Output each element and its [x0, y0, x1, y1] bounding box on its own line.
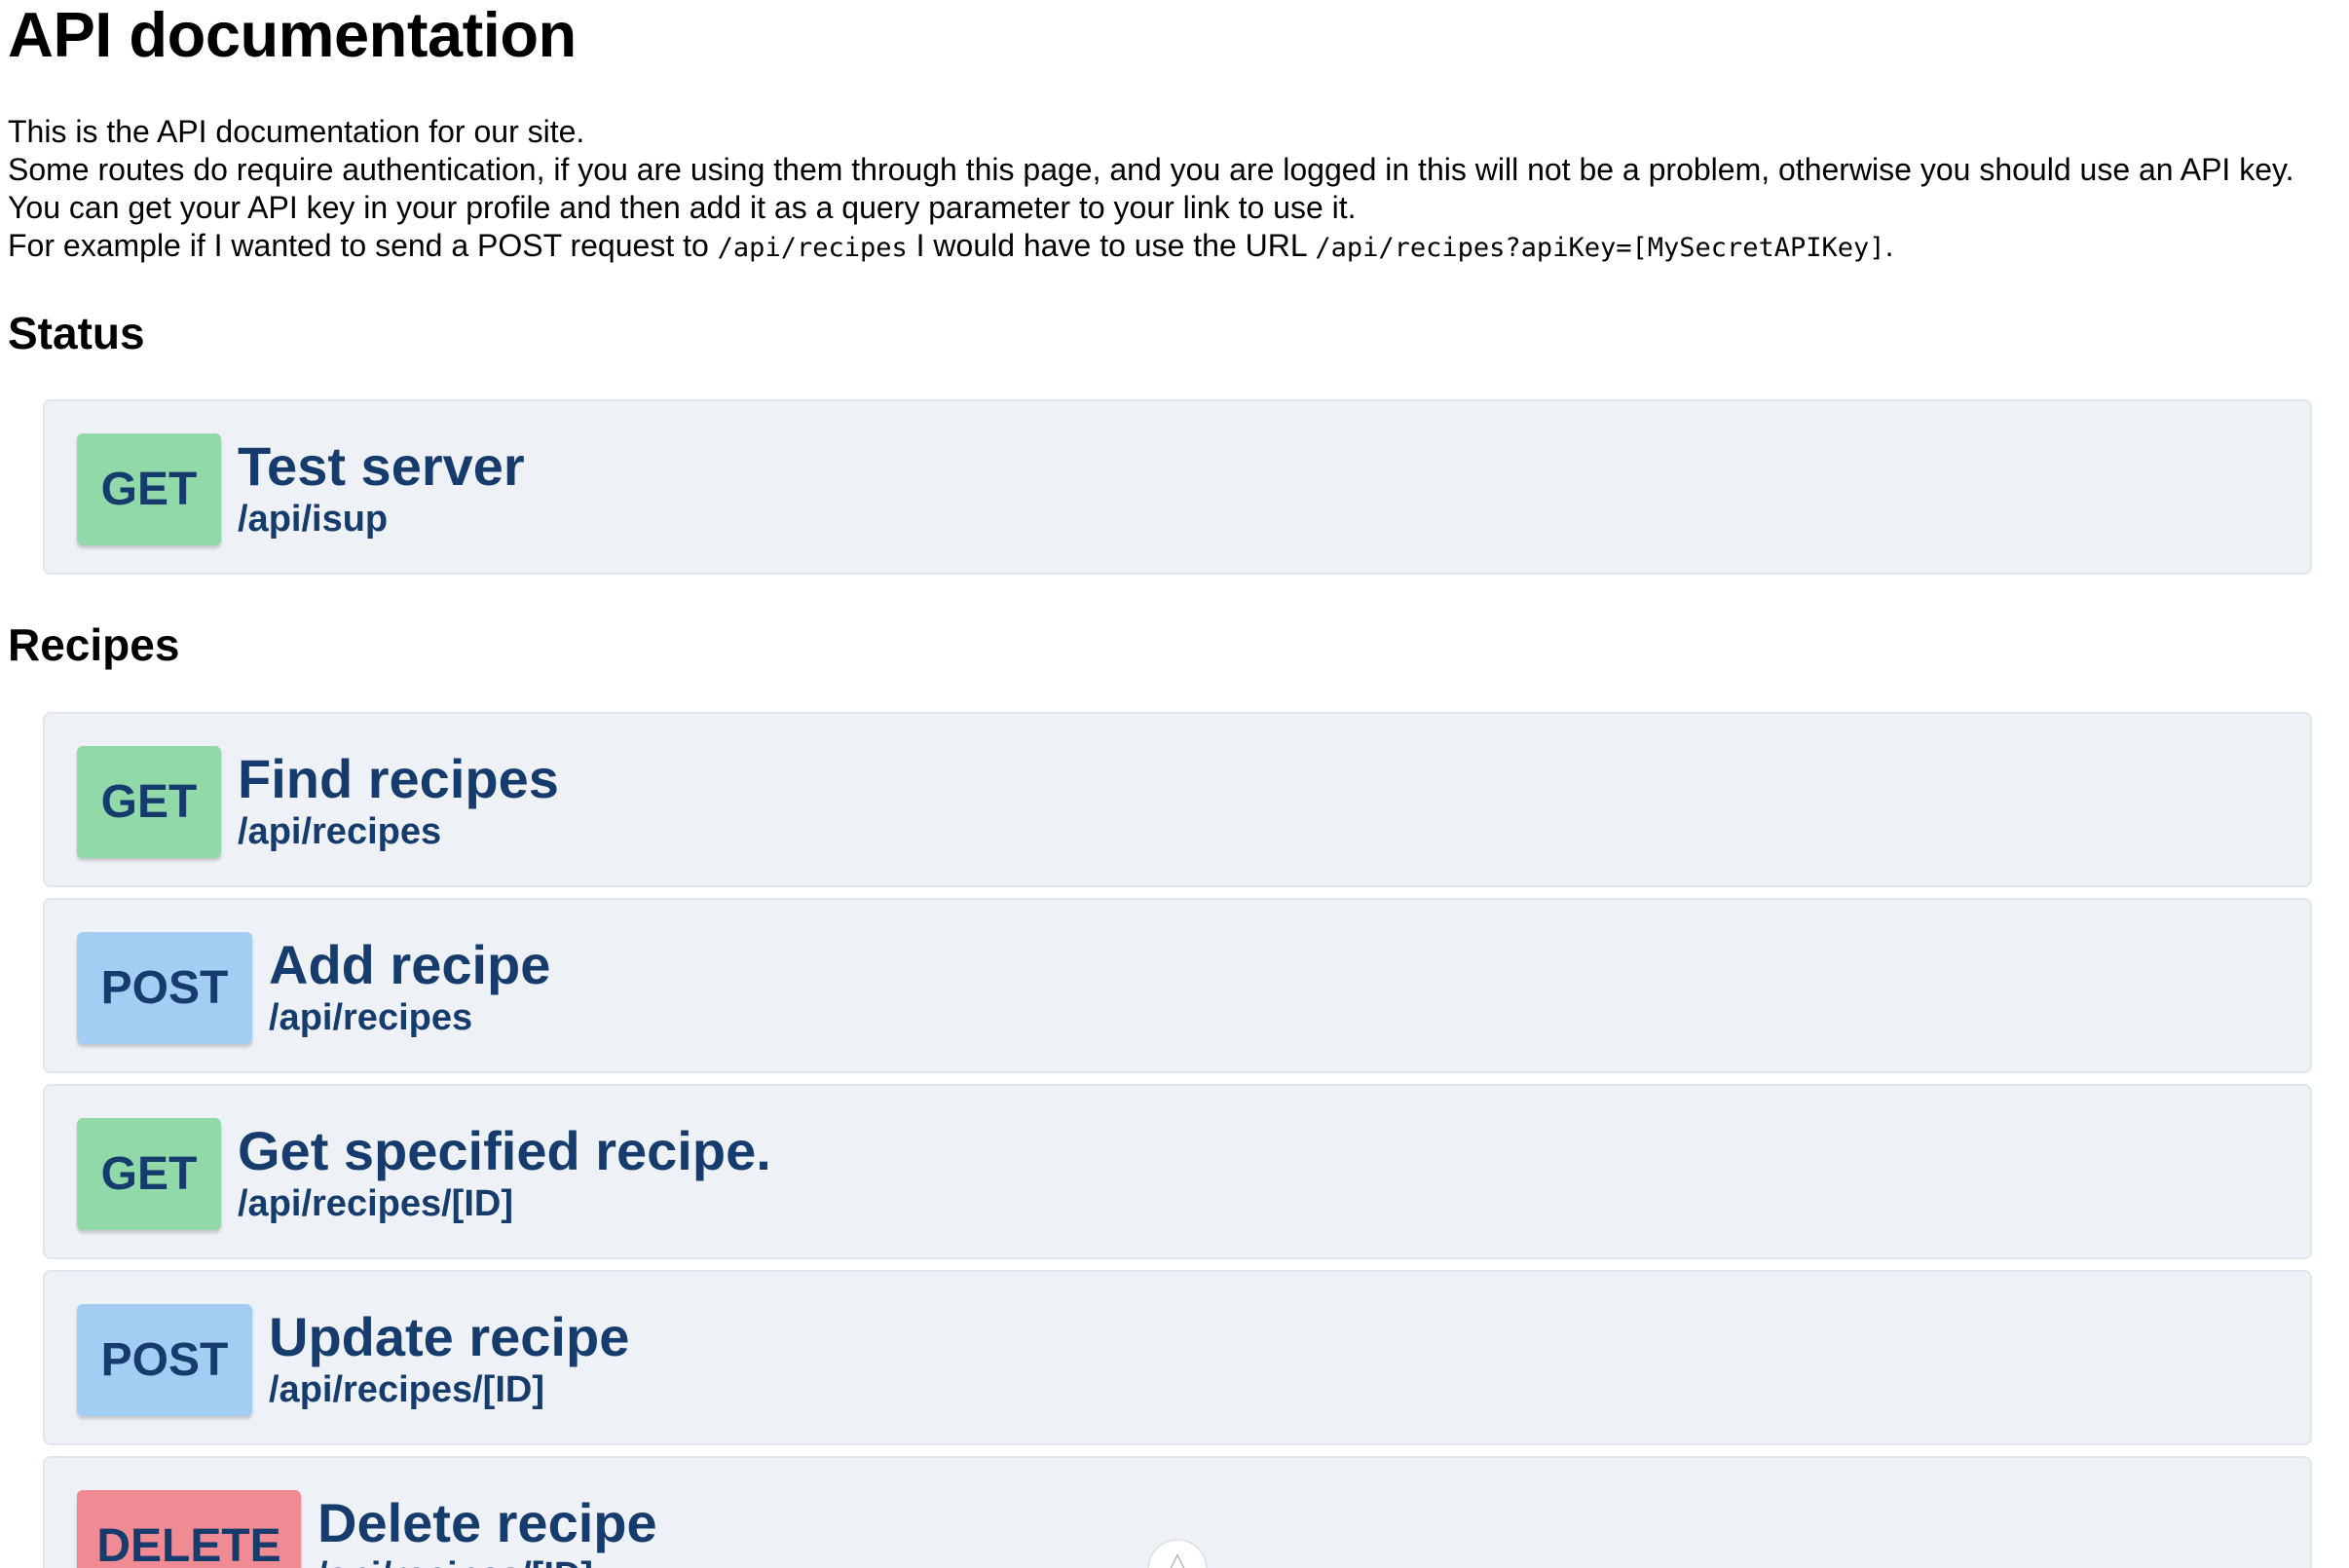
method-badge-get: GET [77, 1118, 221, 1230]
endpoint-route: /api/recipes [269, 997, 473, 1038]
method-badge-post: POST [77, 1304, 252, 1416]
section-heading-recipes: Recipes [8, 619, 180, 670]
endpoint-text: Test server /api/isup [238, 436, 525, 541]
endpoint-text: Update recipe /api/recipes/[ID] [269, 1307, 629, 1412]
method-badge-get: GET [77, 746, 221, 858]
endpoint-text: Delete recipe /api/recipes/[ID] [317, 1493, 657, 1568]
endpoint-route: /api/recipes/[ID] [269, 1369, 544, 1410]
endpoint-title: Test server [238, 435, 525, 497]
endpoint-text: Get specified recipe. /api/recipes/[ID] [238, 1121, 771, 1226]
endpoint-text: Find recipes /api/recipes [238, 749, 559, 854]
endpoint-card-test-server[interactable]: GET Test server /api/isup [43, 399, 2312, 575]
endpoint-title: Delete recipe [317, 1492, 657, 1553]
chevron-up-icon: △ [1168, 1547, 1187, 1568]
section-heading-status: Status [8, 308, 145, 358]
intro-text: This is the API documentation for our si… [8, 113, 2345, 267]
endpoint-card-find-recipes[interactable]: GET Find recipes /api/recipes [43, 712, 2312, 887]
endpoint-text: Add recipe /api/recipes [269, 935, 550, 1040]
endpoint-title: Get specified recipe. [238, 1120, 771, 1181]
endpoint-card-get-recipe[interactable]: GET Get specified recipe. /api/recipes/[… [43, 1084, 2312, 1259]
intro-line-1: This is the API documentation for our si… [8, 114, 585, 149]
intro-line-3: For example if I wanted to send a POST r… [8, 227, 2345, 267]
endpoint-card-update-recipe[interactable]: POST Update recipe /api/recipes/[ID] [43, 1270, 2312, 1445]
intro-line-3-prefix: For example if I wanted to send a POST r… [8, 228, 718, 263]
intro-line-2: Some routes do require authentication, i… [8, 152, 2294, 225]
endpoint-route: /api/recipes/[ID] [317, 1553, 657, 1568]
example-route-code: /api/recipes [717, 233, 908, 263]
endpoint-route: /api/recipes [238, 811, 442, 852]
intro-line-3-middle: I would have to use the URL [907, 228, 1316, 263]
endpoint-title: Find recipes [238, 748, 559, 809]
page-title: API documentation [8, 0, 577, 70]
api-docs-page: API documentation This is the API docume… [0, 0, 2349, 1568]
intro-line-3-suffix: . [1884, 228, 1894, 263]
method-badge-delete: DELETE [77, 1490, 301, 1568]
example-url-code: /api/recipes?apiKey=[MySecretAPIKey] [1315, 233, 1885, 263]
endpoint-card-add-recipe[interactable]: POST Add recipe /api/recipes [43, 898, 2312, 1073]
endpoint-title: Update recipe [269, 1306, 630, 1367]
method-badge-post: POST [77, 932, 252, 1044]
endpoint-title: Add recipe [269, 934, 551, 995]
endpoint-route: /api/recipes/[ID] [238, 1183, 513, 1224]
method-badge-get: GET [77, 433, 221, 545]
endpoint-route: /api/isup [238, 499, 389, 540]
